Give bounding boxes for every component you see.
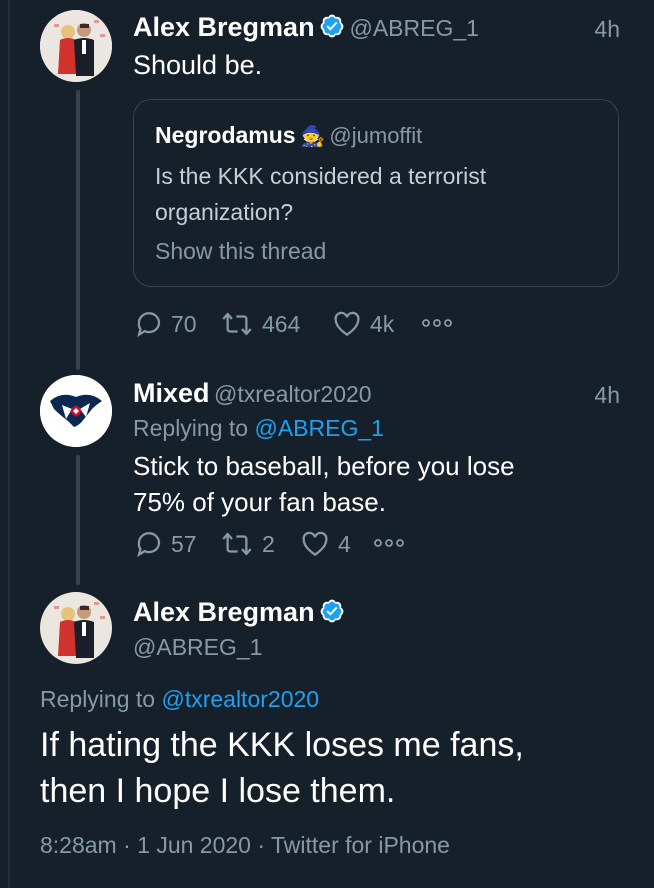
tweet-time[interactable]: 4h — [594, 16, 620, 43]
avatar[interactable] — [40, 10, 112, 82]
reply-count: 70 — [171, 310, 197, 337]
quoted-header: Negrodamus 🧙 @jumoffit — [155, 122, 422, 149]
tweet-header: Mixed @txrealtor2020 — [133, 378, 372, 409]
author-name[interactable]: Mixed — [133, 378, 210, 408]
quoted-tweet-card[interactable]: Negrodamus 🧙 @jumoffit Is the KKK consid… — [133, 99, 619, 287]
author-handle[interactable]: @ABREG_1 — [133, 634, 262, 661]
more-dots-icon — [374, 539, 404, 547]
tweet-header: Alex Bregman — [133, 597, 345, 628]
tweet-text: Stick to baseball, before you lose 75% o… — [133, 448, 515, 520]
replying-to-handle-link[interactable]: @txrealtor2020 — [161, 686, 319, 712]
tweet-meta[interactable]: 8:28am · 1 Jun 2020 · Twitter for iPhone — [40, 832, 450, 859]
like-count: 4 — [338, 530, 351, 557]
reply-button[interactable]: 70 — [133, 309, 197, 339]
replying-to-label: Replying to — [40, 686, 156, 712]
replying-to-label: Replying to — [133, 415, 249, 441]
author-name[interactable]: Alex Bregman — [133, 597, 315, 627]
tweet-text: If hating the KKK loses me fans, then I … — [40, 722, 524, 814]
avatar[interactable] — [40, 375, 112, 447]
more-options-button[interactable] — [420, 313, 460, 333]
quoted-text-line: organization? — [155, 199, 294, 225]
tweet-text-line: Stick to baseball, before you lose — [133, 451, 515, 481]
reply-icon — [137, 312, 161, 338]
retweet-count: 2 — [262, 530, 275, 557]
replying-to: Replying to @ABREG_1 — [133, 415, 384, 442]
retweet-icon — [222, 532, 252, 556]
quoted-author-name: Negrodamus — [155, 122, 296, 148]
like-count: 4k — [370, 310, 395, 337]
author-name[interactable]: Alex Bregman — [133, 12, 315, 42]
show-thread-link[interactable]: Show this thread — [155, 238, 326, 265]
thread-connector — [76, 90, 80, 370]
tweet-time[interactable]: 4h — [594, 382, 620, 409]
heart-icon — [302, 531, 328, 556]
verified-badge-icon — [319, 13, 345, 39]
replying-to-handle-link[interactable]: @ABREG_1 — [254, 415, 383, 441]
tweet-text-line: 75% of your fan base. — [133, 487, 386, 517]
retweet-count: 464 — [262, 310, 301, 337]
more-dots-icon — [422, 319, 452, 327]
left-divider — [8, 0, 10, 888]
reply-count: 57 — [171, 530, 197, 557]
retweet-icon — [222, 312, 252, 336]
avatar-photo-icon — [40, 592, 112, 664]
tweet-text: Should be. — [133, 50, 263, 80]
author-handle[interactable]: @txrealtor2020 — [214, 381, 372, 407]
verified-badge-icon — [319, 598, 345, 624]
quoted-text: Is the KKK considered a terrorist organi… — [155, 158, 486, 230]
tweet-text-line: If hating the KKK loses me fans, — [40, 726, 524, 764]
author-handle[interactable]: @ABREG_1 — [349, 15, 478, 41]
replying-to: Replying to @txrealtor2020 — [40, 686, 319, 713]
texans-logo-icon — [40, 375, 112, 447]
avatar-photo-icon — [40, 10, 112, 82]
wizard-emoji: 🧙 — [300, 126, 325, 148]
reply-icon — [137, 532, 161, 558]
reply-button[interactable]: 57 — [133, 529, 197, 559]
more-options-button[interactable] — [372, 533, 412, 553]
tweet-text-line: then I hope I lose them. — [40, 772, 396, 810]
thread-connector — [76, 455, 80, 585]
heart-icon — [334, 311, 360, 336]
quoted-text-line: Is the KKK considered a terrorist — [155, 163, 487, 189]
retweet-button[interactable]: 464 — [218, 309, 300, 339]
quoted-author-handle: @jumoffit — [329, 123, 423, 148]
avatar[interactable] — [40, 592, 112, 664]
retweet-button[interactable]: 2 — [218, 529, 275, 559]
like-button[interactable]: 4k — [330, 309, 394, 339]
like-button[interactable]: 4 — [298, 529, 351, 559]
tweet-header: Alex Bregman @ABREG_1 — [133, 12, 479, 43]
